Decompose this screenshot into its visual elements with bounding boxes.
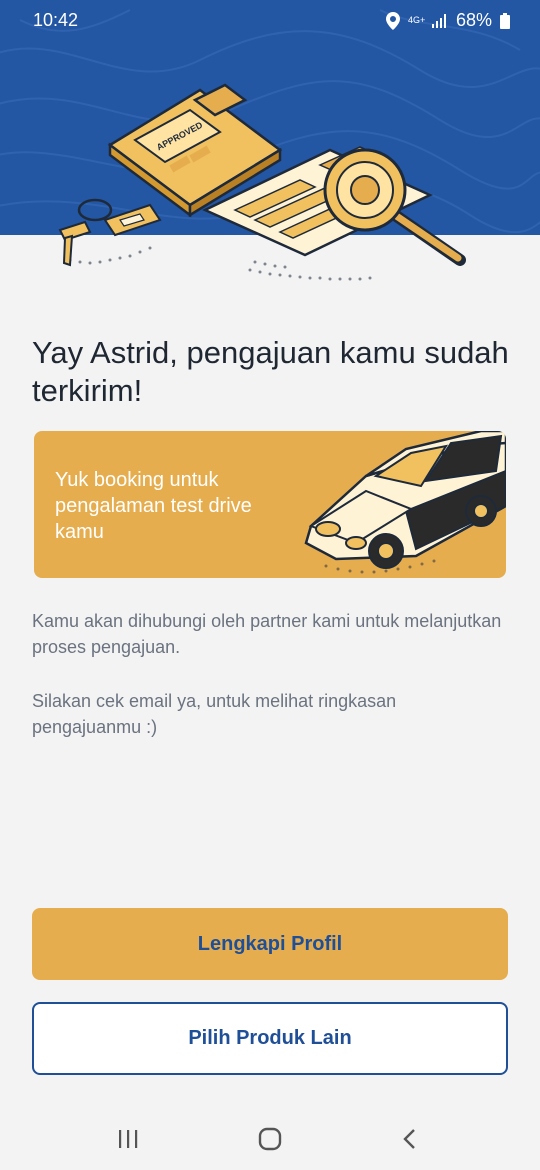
choose-other-product-button[interactable]: Pilih Produk Lain [32,1002,508,1075]
signal-icon [431,13,448,28]
test-drive-promo-card[interactable]: Yuk booking untuk pengalaman test drive … [34,431,506,578]
promo-text: Yuk booking untuk pengalaman test drive … [55,469,252,543]
status-bar: 10:42 4G+ 68% [0,0,540,42]
magnifier-icon [323,148,466,266]
battery-percent: 68% [455,10,492,30]
page-title: Yay Astrid, pengajuan kamu sudah terkiri… [32,335,509,408]
back-icon[interactable] [390,1123,430,1155]
approved-illustration: APPROVED [58,83,466,281]
system-navigation-bar [0,1105,540,1170]
recent-apps-icon[interactable] [108,1123,148,1155]
info-paragraph-contact: Kamu akan dihubungi oleh partner kami un… [32,611,502,657]
car-keys-icon [58,198,162,267]
status-icons: 4G+ 68% [385,10,510,31]
network-type-label: 4G+ [407,15,426,25]
location-icon [385,11,400,30]
battery-icon [500,12,510,29]
home-icon[interactable] [250,1123,290,1155]
info-paragraph-email: Silakan cek email ya, untuk melihat ring… [32,691,397,737]
car-icon [304,431,506,574]
complete-profile-button[interactable]: Lengkapi Profil [32,908,508,980]
status-time: 10:42 [33,10,79,30]
